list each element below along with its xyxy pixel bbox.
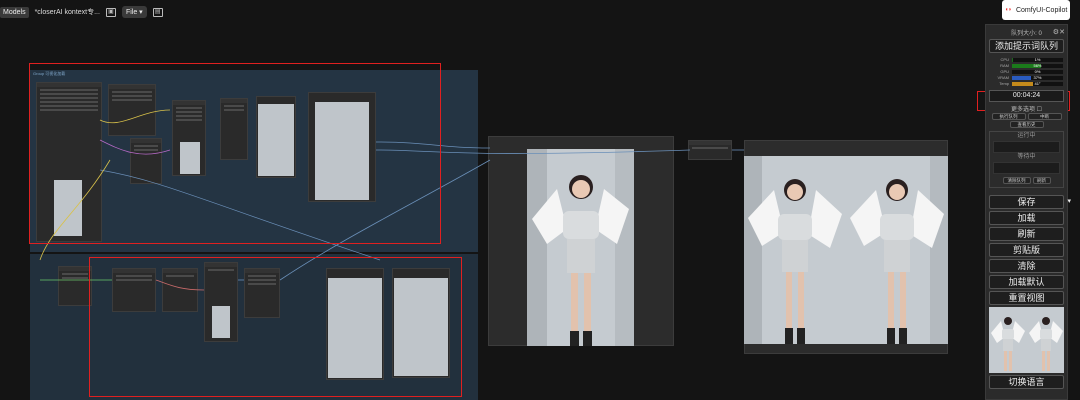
stat-label: VRAM [997, 75, 1009, 80]
running-label: 运行中 [1017, 133, 1036, 139]
stat-row-vram: VRAM 37% [990, 75, 1063, 80]
clipspace-button[interactable]: 剪贴版 [989, 243, 1064, 257]
queue-status-box: 运行中 等待中 清除队列 刷新 [989, 131, 1064, 188]
top-menu-bar: Models *closerAI kontext专... ▣ File ▾ ▤ [0, 0, 163, 24]
models-button[interactable]: Models [0, 6, 29, 18]
highlight-box-top [29, 63, 441, 244]
stat-row-temp: Temp 41° [990, 81, 1063, 86]
refresh-button[interactable]: 刷新 [989, 227, 1064, 241]
stat-row-ram: RAM 56% [990, 63, 1063, 68]
stat-label: Temp [999, 81, 1009, 86]
stat-value: 1% [1034, 56, 1041, 62]
workflow-tab-title[interactable]: *closerAI kontext专... [35, 7, 100, 17]
refresh-queue-button[interactable]: 刷新 [1032, 177, 1051, 184]
highlight-box-bottom [89, 257, 462, 397]
result-image [527, 149, 634, 346]
load-image-node-b[interactable] [58, 266, 92, 306]
clear-queue-button[interactable]: 清除队列 [1002, 177, 1031, 184]
file-menu-button[interactable]: File ▾ [121, 6, 147, 18]
stitched-image-left [744, 156, 846, 344]
stat-bar: 37% [1012, 74, 1063, 80]
resource-monitor: CPU 1% RAM 56% GPU 0% VRAM 37% Temp 41° [990, 57, 1063, 86]
running-list [993, 141, 1060, 153]
image-icon[interactable]: ▣ [105, 7, 116, 17]
stat-bar: 56% [1012, 62, 1063, 68]
stat-label: GPU [1000, 69, 1009, 74]
more-options-toggle[interactable]: 更多选项 ☐ [986, 104, 1067, 113]
stat-bar: 0% [1012, 68, 1063, 74]
save-button[interactable]: 保存 ▾ [989, 195, 1071, 209]
interrupt-small-button[interactable]: 中断 [1027, 113, 1062, 120]
add-prompt-queue-button[interactable]: 添加提示词队列 [989, 39, 1064, 53]
stat-bar: 1% [1012, 56, 1063, 62]
switch-language-button[interactable]: 切换语言 [989, 375, 1064, 389]
panel-header: 队列大小: 0 ⚙ ✕ [1011, 28, 1065, 37]
load-button[interactable]: 加载 [989, 211, 1064, 225]
gear-icon[interactable]: ⚙ [1053, 28, 1059, 36]
stat-value: 41° [1034, 80, 1041, 86]
pending-label: 等待中 [1017, 154, 1036, 160]
latest-output-thumbnail[interactable] [989, 307, 1064, 373]
stat-label: RAM [1000, 63, 1009, 68]
chevron-down-icon[interactable]: ▾ [1067, 196, 1071, 208]
save-icon[interactable]: ▤ [152, 7, 163, 17]
close-icon[interactable]: ✕ [1059, 28, 1065, 36]
stat-value: 56% [1033, 62, 1042, 68]
stat-row-gpu: GPU 0% [990, 69, 1063, 74]
stat-row-cpu: CPU 1% [990, 57, 1063, 62]
pending-list [993, 162, 1060, 174]
queue-small-button[interactable]: 执行队列 [991, 113, 1026, 120]
small-connector-node[interactable] [688, 140, 732, 160]
history-small-button[interactable]: 查看历史 [1009, 121, 1044, 128]
stat-value: 37% [1033, 74, 1042, 80]
stat-value: 0% [1034, 68, 1041, 74]
load-default-button[interactable]: 加载默认 [989, 275, 1064, 289]
reset-view-button[interactable]: 重置视图 [989, 291, 1064, 305]
copilot-logo-icon: ◖◗ [1004, 7, 1012, 13]
stat-bar: 41° [1012, 80, 1063, 86]
comfyui-copilot-button[interactable]: ◖◗ ComfyUI-Copilot [1002, 0, 1070, 20]
stitched-image-right [846, 156, 948, 344]
clear-button[interactable]: 清除 [989, 259, 1064, 273]
queue-side-panel: 队列大小: 0 ⚙ ✕ 添加提示词队列 CPU 1% RAM 56% GPU 0% VRAM… [985, 24, 1071, 400]
stat-label: CPU [1000, 57, 1009, 62]
execution-timer: 00:04:24 [989, 90, 1064, 102]
